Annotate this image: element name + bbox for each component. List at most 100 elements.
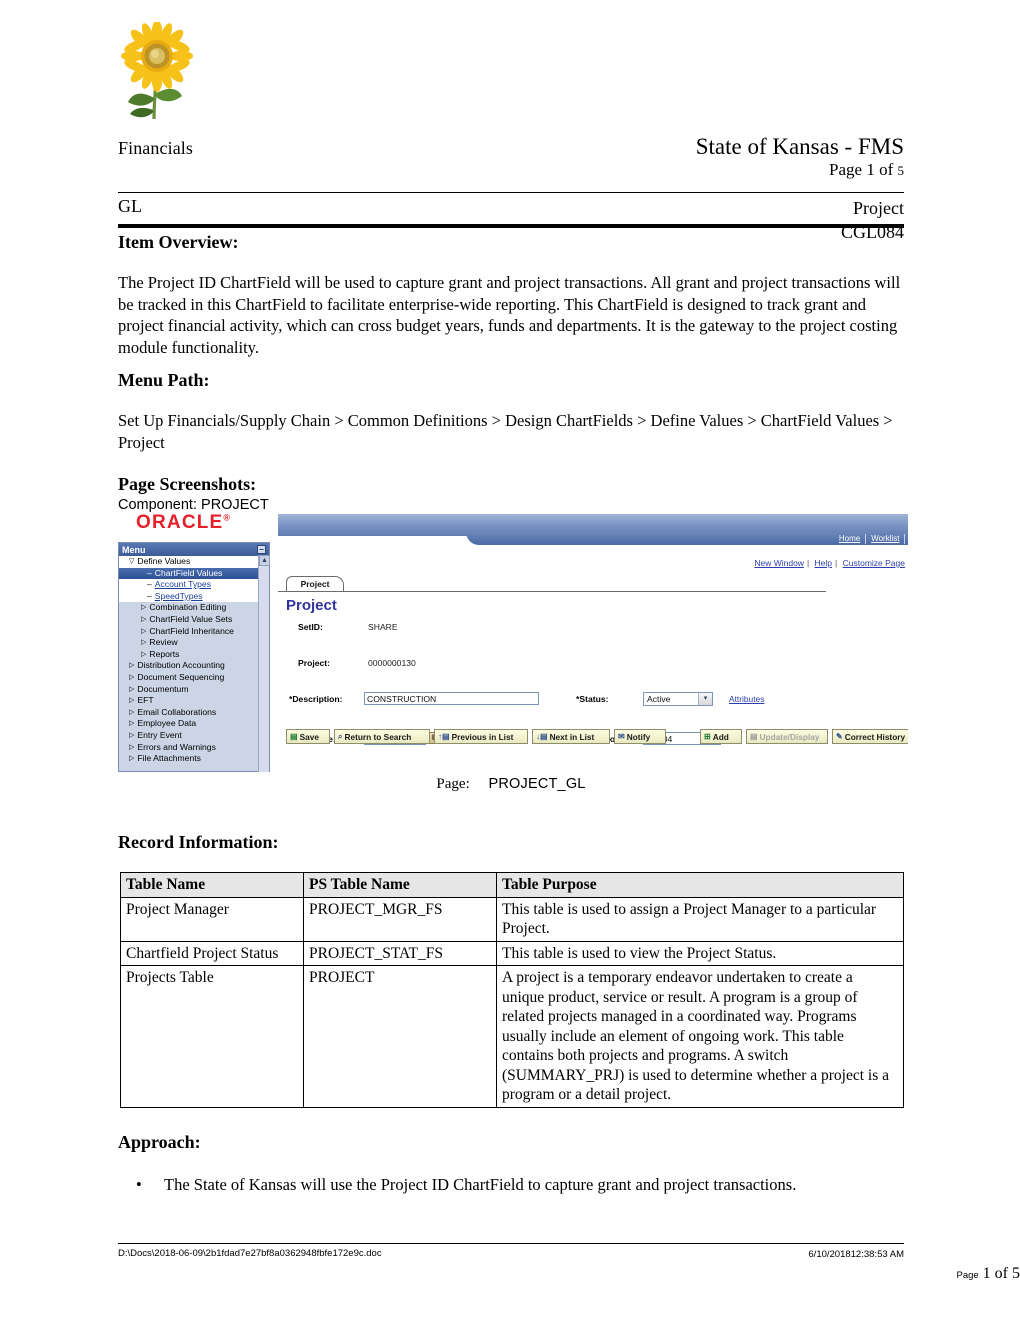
header-page-prefix: Page 1 of bbox=[829, 160, 894, 179]
menu-item-review[interactable]: ▷ Review bbox=[119, 637, 269, 649]
cell-table-purpose: This table is used to assign a Project M… bbox=[496, 896, 904, 942]
tab-underline bbox=[278, 591, 826, 592]
link-customize-page[interactable]: Customize Page bbox=[840, 558, 908, 568]
next-in-list-button[interactable]: ↓▤ Next in List bbox=[532, 729, 610, 744]
menu-item-entry-event[interactable]: ▷ Entry Event bbox=[119, 730, 269, 742]
page-action-links[interactable]: New Window | Help | Customize Page bbox=[751, 558, 908, 568]
content-page-title: Project bbox=[286, 597, 337, 614]
status-select[interactable]: Active ▾ bbox=[643, 692, 713, 706]
menu-item-chartfield-values[interactable]: – ChartField Values bbox=[119, 567, 269, 580]
approach-bullet-text: The State of Kansas will use the Project… bbox=[164, 1175, 797, 1194]
menu-item-chartfield-inheritance[interactable]: ▷ ChartField Inheritance bbox=[119, 626, 269, 638]
navigation-menu-panel[interactable]: Menu − ▽ Define Values – ChartField Values… bbox=[118, 542, 270, 772]
tab-project[interactable]: Project bbox=[286, 576, 344, 591]
cell-table-purpose: This table is used to view the Project S… bbox=[496, 940, 904, 966]
portal-top-links[interactable]: Home Worklist MultiChannel Console Add t… bbox=[466, 532, 908, 545]
menu-item-chartfield-value-sets[interactable]: ▷ ChartField Value Sets bbox=[119, 614, 269, 626]
menu-path-body: Set Up Financials/Supply Chain > Common … bbox=[118, 411, 893, 452]
description-input[interactable]: CONSTRUCTION bbox=[364, 692, 539, 705]
menu-item-documentum[interactable]: ▷ Documentum bbox=[119, 684, 269, 696]
notify-button-label: Notify bbox=[626, 731, 651, 742]
link-help[interactable]: Help bbox=[812, 558, 835, 568]
header-divider-rule bbox=[118, 192, 904, 193]
add-button[interactable]: ⊞ Add bbox=[700, 729, 742, 744]
correct-history-label: Correct History bbox=[844, 731, 906, 742]
table-row: Chartfield Project Status PROJECT_STAT_F… bbox=[120, 940, 904, 966]
table-row: Projects Table PROJECT A project is a te… bbox=[120, 965, 904, 1108]
menu-item-label: Email Collaborations bbox=[137, 706, 217, 717]
menu-item-label: Entry Event bbox=[137, 729, 182, 740]
project-form: SetID: SHARE Project: 0000000130 *Descri… bbox=[286, 620, 896, 745]
menu-item-label: Distribution Accounting bbox=[137, 660, 225, 671]
bullet-icon: • bbox=[136, 1175, 142, 1194]
menu-item-label: Review bbox=[149, 637, 178, 648]
footer-page-total: 5 bbox=[1012, 1265, 1020, 1282]
menu-item-reports[interactable]: ▷ Reports bbox=[119, 649, 269, 661]
collapsed-triangle-icon: ▷ bbox=[129, 662, 135, 670]
menu-item-document-sequencing[interactable]: ▷ Document Sequencing bbox=[119, 672, 269, 684]
menu-collapse-icon[interactable]: − bbox=[257, 545, 266, 554]
footer-divider-rule bbox=[118, 1243, 904, 1244]
menu-item-combination-editing[interactable]: ▷ Combination Editing bbox=[119, 602, 269, 614]
menu-title: Menu bbox=[122, 544, 146, 555]
footer-page-indicator: Page 1 of 5 bbox=[234, 1265, 1020, 1283]
chevron-down-icon[interactable]: ▾ bbox=[698, 693, 712, 705]
portal-header-bar: Home Worklist MultiChannel Console Add t… bbox=[278, 514, 908, 545]
setid-value: SHARE bbox=[368, 622, 398, 632]
menu-item-label: ChartField Value Sets bbox=[149, 613, 233, 624]
save-button[interactable]: ▤ Save bbox=[286, 729, 330, 744]
screenshot-caption: Page: PROJECT_GL bbox=[118, 776, 904, 793]
menu-item-errors-and-warnings[interactable]: ▷ Errors and Warnings bbox=[119, 742, 269, 754]
approach-heading: Approach: bbox=[118, 1132, 201, 1152]
scroll-up-arrow-icon[interactable]: ▲ bbox=[259, 555, 270, 566]
notify-button[interactable]: ✉ Notify bbox=[614, 729, 666, 744]
oracle-logo: ORACLE® bbox=[136, 512, 231, 534]
next-in-list-label: Next in List bbox=[549, 731, 595, 742]
link-sep-2: | bbox=[835, 558, 838, 568]
status-label: *Status: bbox=[576, 694, 609, 704]
previous-icon: ↑▤ bbox=[438, 732, 450, 741]
previous-in-list-button[interactable]: ↑▤ Previous in List bbox=[434, 729, 528, 744]
menu-item-list: ▽ Define Values – ChartField Values – Accou… bbox=[119, 556, 269, 771]
link-multichannel-console[interactable]: MultiChannel Console bbox=[905, 534, 908, 544]
sunflower-logo bbox=[118, 22, 196, 122]
menu-item-distribution-accounting[interactable]: ▷ Distribution Accounting bbox=[119, 660, 269, 672]
update-display-label: Update/Display bbox=[759, 731, 820, 742]
collapsed-triangle-icon: ▷ bbox=[129, 755, 135, 763]
collapsed-triangle-icon: ▷ bbox=[141, 604, 147, 612]
attributes-link[interactable]: Attributes bbox=[729, 694, 764, 704]
return-to-search-button[interactable]: ⌕ Return to Search bbox=[334, 729, 430, 744]
column-header-table-purpose: Table Purpose bbox=[496, 872, 904, 898]
menu-item-employee-data[interactable]: ▷ Employee Data bbox=[119, 718, 269, 730]
column-header-ps-table-name: PS Table Name bbox=[303, 872, 497, 898]
link-home[interactable]: Home bbox=[834, 533, 867, 544]
collapsed-triangle-icon: ▷ bbox=[129, 720, 135, 728]
peoplesoft-screenshot: ORACLE® Home Worklist MultiChannel Conso… bbox=[118, 510, 908, 772]
update-display-button[interactable]: ▤ Update/Display bbox=[746, 729, 828, 744]
collapsed-triangle-icon: ▷ bbox=[129, 697, 135, 705]
menu-item-label: Account Types bbox=[154, 579, 211, 590]
correct-history-button[interactable]: ✎ Correct History bbox=[832, 729, 908, 744]
table-header-row: Table Name PS Table Name Table Purpose bbox=[120, 872, 904, 898]
table-row: Project Manager PROJECT_MGR_FS This tabl… bbox=[120, 896, 904, 942]
cell-table-name: Project Manager bbox=[120, 896, 304, 942]
menu-item-eft[interactable]: ▷ EFT bbox=[119, 695, 269, 707]
menu-scrollbar[interactable]: ▲ bbox=[258, 555, 270, 772]
record-information-table: Table Name PS Table Name Table Purpose P… bbox=[120, 872, 904, 1108]
menu-item-file-attachments[interactable]: ▷ File Attachments bbox=[119, 753, 269, 765]
link-new-window[interactable]: New Window bbox=[751, 558, 807, 568]
link-worklist[interactable]: Worklist bbox=[866, 533, 906, 544]
menu-item-account-types[interactable]: – Account Types bbox=[119, 579, 269, 591]
menu-item-email-collaborations[interactable]: ▷ Email Collaborations bbox=[119, 707, 269, 719]
menu-item-speedtypes[interactable]: – SpeedTypes bbox=[119, 590, 269, 603]
document-footer: D:\Docs\2018-06-09\2b1fdad7e27bf8a036294… bbox=[118, 1248, 904, 1261]
menu-item-label: Define Values bbox=[137, 556, 191, 566]
update-display-icon: ▤ bbox=[750, 732, 758, 741]
menu-item-label: Errors and Warnings bbox=[137, 741, 216, 752]
page-toolbar: ▤ Save ⌕ Return to Search ↑▤ Previous in… bbox=[286, 729, 908, 745]
cell-ps-table-name: PROJECT bbox=[303, 965, 497, 1108]
approach-bullet-item: • The State of Kansas will use the Proje… bbox=[118, 1174, 904, 1195]
menu-item-label: ChartField Inheritance bbox=[149, 625, 234, 636]
add-icon: ⊞ bbox=[704, 732, 711, 741]
menu-item-define-values[interactable]: ▽ Define Values bbox=[119, 556, 269, 568]
